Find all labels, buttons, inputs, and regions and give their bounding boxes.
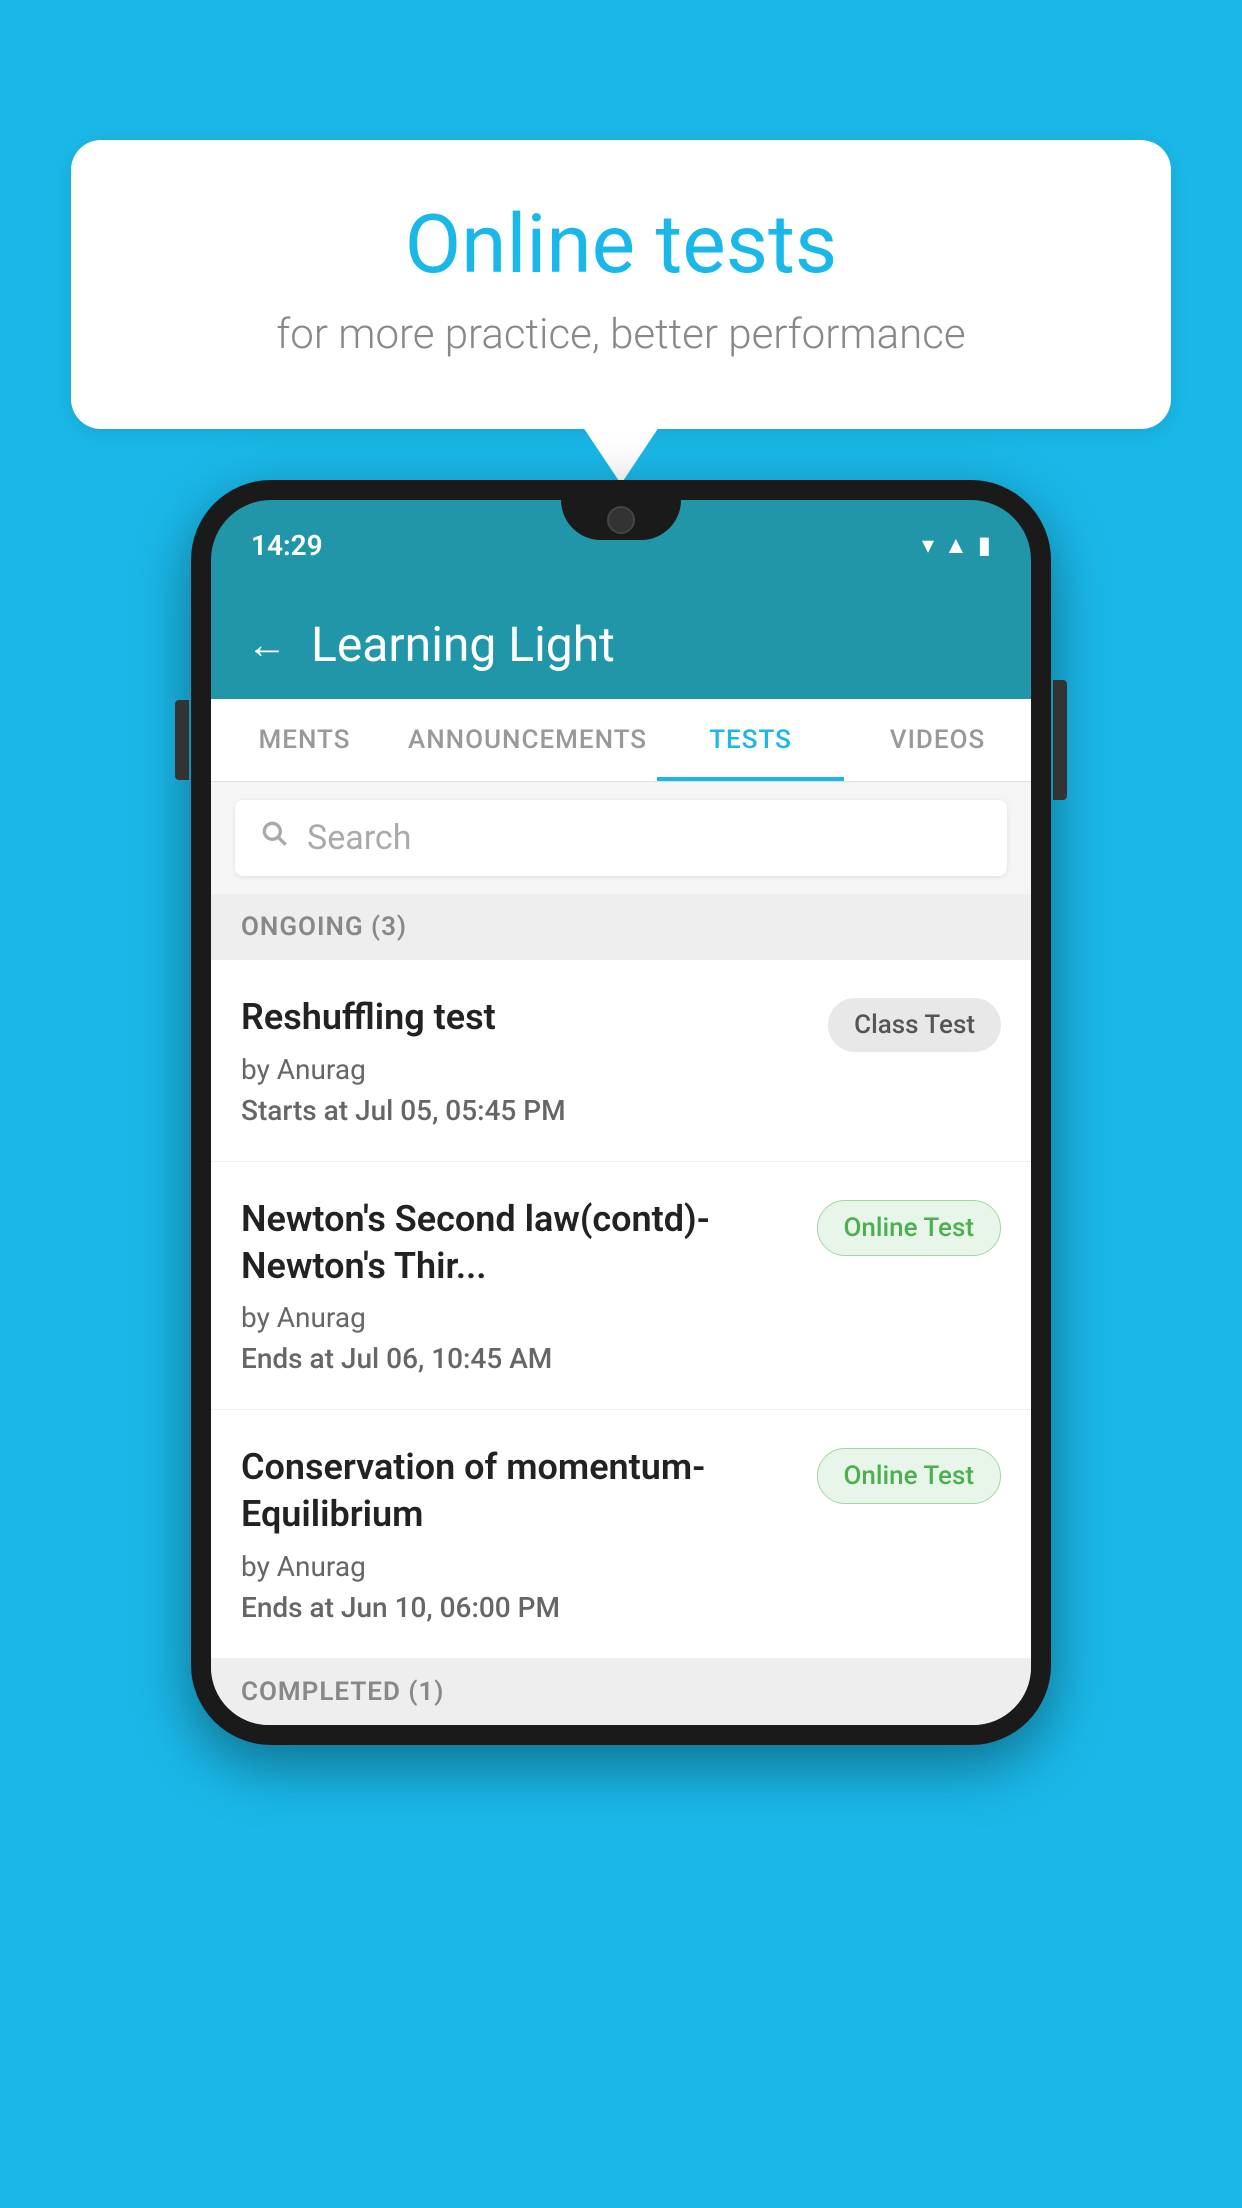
test-time-value-3: Jun 10, 06:00 PM bbox=[341, 1591, 560, 1624]
section-ongoing-header: ONGOING (3) bbox=[211, 894, 1031, 960]
tab-bar: MENTS ANNOUNCEMENTS TESTS VIDEOS bbox=[211, 699, 1031, 782]
search-container: Search bbox=[211, 782, 1031, 894]
test-title-2: Newton's Second law(contd)-Newton's Thir… bbox=[241, 1196, 797, 1290]
test-time-value-2: Jul 06, 10:45 AM bbox=[341, 1342, 552, 1375]
test-time-label-2: Ends at bbox=[241, 1342, 334, 1375]
tab-announcements[interactable]: ANNOUNCEMENTS bbox=[398, 699, 657, 781]
test-time-label-3: Ends at bbox=[241, 1591, 334, 1624]
section-completed-header: COMPLETED (1) bbox=[211, 1659, 1031, 1725]
test-title-1: Reshuffling test bbox=[241, 994, 808, 1041]
status-time: 14:29 bbox=[251, 529, 323, 562]
search-icon bbox=[259, 818, 291, 858]
speech-bubble: Online tests for more practice, better p… bbox=[71, 140, 1171, 429]
power-button bbox=[1053, 680, 1067, 800]
test-time-value-1: Jul 05, 05:45 PM bbox=[355, 1094, 566, 1127]
back-button[interactable]: ← bbox=[247, 621, 287, 668]
test-badge-2: Online Test bbox=[817, 1200, 1002, 1256]
status-icons: ▾ ▲ ▮ bbox=[922, 531, 991, 560]
volume-button bbox=[175, 700, 189, 780]
notch-cutout bbox=[561, 500, 681, 540]
status-bar: 14:29 ▾ ▲ ▮ bbox=[211, 500, 1031, 590]
test-item-1[interactable]: Reshuffling test by Anurag Starts at Jul… bbox=[211, 960, 1031, 1162]
test-badge-3: Online Test bbox=[817, 1448, 1002, 1504]
tab-tests[interactable]: TESTS bbox=[657, 699, 844, 781]
wifi-icon: ▾ bbox=[922, 531, 934, 559]
test-title-3: Conservation of momentum-Equilibrium bbox=[241, 1444, 797, 1538]
app-header: ← Learning Light bbox=[211, 590, 1031, 699]
bubble-title: Online tests bbox=[151, 200, 1091, 290]
test-author-3: by Anurag bbox=[241, 1550, 797, 1583]
battery-icon: ▮ bbox=[978, 531, 991, 559]
test-item-2[interactable]: Newton's Second law(contd)-Newton's Thir… bbox=[211, 1162, 1031, 1411]
test-author-2: by Anurag bbox=[241, 1301, 797, 1334]
test-time-2: Ends at Jul 06, 10:45 AM bbox=[241, 1342, 797, 1375]
promo-bubble-area: Online tests for more practice, better p… bbox=[60, 140, 1182, 429]
test-info-3: Conservation of momentum-Equilibrium by … bbox=[241, 1444, 817, 1624]
test-info-1: Reshuffling test by Anurag Starts at Jul… bbox=[241, 994, 828, 1127]
tab-ments[interactable]: MENTS bbox=[211, 699, 398, 781]
test-time-1: Starts at Jul 05, 05:45 PM bbox=[241, 1094, 808, 1127]
test-time-3: Ends at Jun 10, 06:00 PM bbox=[241, 1591, 797, 1624]
phone-frame: 14:29 ▾ ▲ ▮ ← Learning Light MENTS ANNOU… bbox=[191, 480, 1051, 1745]
app-title: Learning Light bbox=[311, 616, 615, 673]
test-badge-1: Class Test bbox=[828, 998, 1001, 1052]
signal-icon: ▲ bbox=[944, 531, 968, 560]
test-author-1: by Anurag bbox=[241, 1053, 808, 1086]
camera bbox=[607, 506, 635, 534]
search-placeholder: Search bbox=[307, 818, 411, 858]
phone-screen: MENTS ANNOUNCEMENTS TESTS VIDEOS Search bbox=[211, 699, 1031, 1725]
test-info-2: Newton's Second law(contd)-Newton's Thir… bbox=[241, 1196, 817, 1376]
tab-videos[interactable]: VIDEOS bbox=[844, 699, 1031, 781]
test-list: Reshuffling test by Anurag Starts at Jul… bbox=[211, 960, 1031, 1659]
test-time-label-1: Starts at bbox=[241, 1094, 348, 1127]
phone-mockup: 14:29 ▾ ▲ ▮ ← Learning Light MENTS ANNOU… bbox=[191, 480, 1051, 1745]
bubble-subtitle: for more practice, better performance bbox=[151, 310, 1091, 359]
test-item-3[interactable]: Conservation of momentum-Equilibrium by … bbox=[211, 1410, 1031, 1659]
search-bar[interactable]: Search bbox=[235, 800, 1007, 876]
